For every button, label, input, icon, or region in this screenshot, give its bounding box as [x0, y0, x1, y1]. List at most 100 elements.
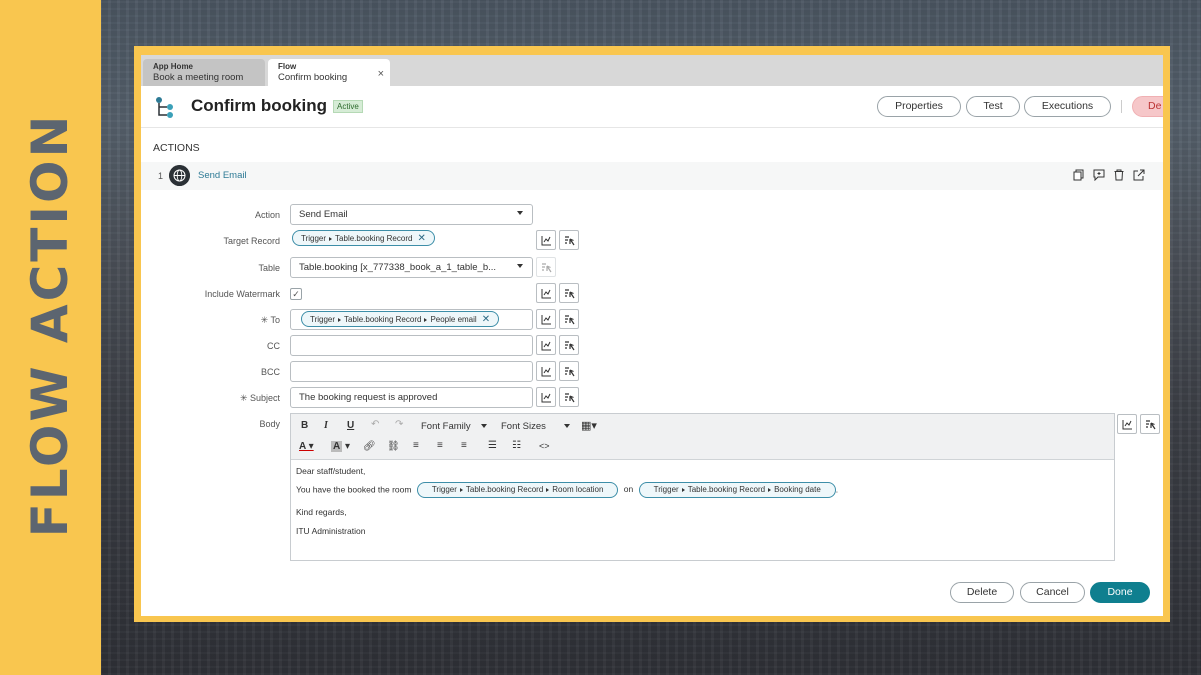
bold-icon[interactable]: B: [301, 420, 308, 431]
banner-title: FLOW ACTION: [21, 112, 79, 538]
breadcrumb-arrow-icon: [768, 487, 772, 492]
pill-segment: Table.booking Record: [344, 315, 422, 324]
body-greeting: Dear staff/student,: [296, 466, 366, 476]
link-icon[interactable]: 🔗︎: [363, 441, 376, 452]
select-fields-icon: [542, 263, 552, 273]
data-pill-picker-button[interactable]: [536, 335, 556, 355]
editor-content[interactable]: Dear staff/student, You have the booked …: [291, 460, 1114, 536]
breadcrumb-arrow-icon: [546, 487, 550, 492]
align-right-icon[interactable]: ≡: [461, 440, 467, 451]
copy-icon[interactable]: [1073, 169, 1085, 181]
include-watermark-label: Include Watermark: [204, 289, 280, 299]
tab-title: Confirm booking: [278, 72, 348, 83]
undo-icon[interactable]: ↶: [371, 419, 379, 430]
unlink-icon[interactable]: ⛓: [387, 441, 400, 452]
pill-segment: Trigger: [301, 234, 327, 243]
data-pill-picker-button[interactable]: [536, 230, 556, 250]
delete-flow-button[interactable]: De: [1132, 96, 1163, 117]
target-record-pill[interactable]: Trigger Table.booking Record ✕: [292, 230, 435, 246]
include-watermark-checkbox[interactable]: ✓: [290, 288, 302, 300]
data-pill-picker-button[interactable]: [536, 283, 556, 303]
breadcrumb-arrow-icon: [338, 317, 342, 322]
font-family-select[interactable]: Font Family: [421, 421, 487, 432]
field-picker-button[interactable]: [1140, 414, 1160, 434]
body-closing: Kind regards,: [296, 507, 347, 517]
delete-action-button[interactable]: Delete: [950, 582, 1014, 603]
body-sentence: You have the booked the room Trigger Tabl…: [296, 482, 838, 498]
data-pill-picker-button[interactable]: [1117, 414, 1137, 434]
body-connector: on: [623, 484, 634, 495]
open-external-icon[interactable]: [1133, 169, 1145, 181]
field-picker-button[interactable]: [559, 230, 579, 250]
page-title: Confirm booking: [191, 96, 327, 115]
subject-label: ✳ Subject: [239, 393, 280, 403]
to-field[interactable]: Trigger Table.booking Record People email ✕: [290, 309, 533, 330]
field-picker-button[interactable]: [559, 361, 579, 381]
remove-pill-icon[interactable]: ✕: [482, 314, 490, 325]
trash-icon[interactable]: [1113, 169, 1125, 181]
field-picker-button[interactable]: [559, 309, 579, 329]
to-pill[interactable]: Trigger Table.booking Record People email ✕: [301, 311, 500, 327]
bullet-list-icon[interactable]: ☰: [488, 440, 497, 451]
italic-icon[interactable]: I: [324, 420, 328, 431]
tab-app-home[interactable]: App Home Book a meeting room: [143, 59, 265, 86]
data-pill-picker-button[interactable]: [536, 361, 556, 381]
field-picker-button[interactable]: [559, 335, 579, 355]
remove-pill-icon[interactable]: ✕: [417, 233, 425, 244]
data-pill-picker-button[interactable]: [536, 387, 556, 407]
source-code-icon[interactable]: <>: [539, 441, 550, 451]
header-divider: [1121, 100, 1122, 113]
chart-icon: [541, 341, 551, 351]
breadcrumb-arrow-icon: [681, 487, 685, 492]
field-picker-button[interactable]: [559, 283, 579, 303]
room-location-pill[interactable]: Trigger Table.booking Record Room location: [416, 482, 619, 498]
comment-icon[interactable]: [1093, 169, 1105, 181]
test-button[interactable]: Test: [966, 96, 1020, 117]
table-select[interactable]: Table.booking [x_777338_book_a_1_table_b…: [290, 257, 533, 278]
action-title[interactable]: Send Email: [198, 170, 247, 181]
cc-label: CC: [267, 341, 280, 351]
font-family-label: Font Family: [421, 421, 471, 432]
breadcrumb-arrow-icon: [459, 487, 463, 492]
tab-flow[interactable]: Flow Confirm booking ×: [268, 59, 390, 86]
numbered-list-icon[interactable]: ☷: [512, 440, 521, 451]
pill-segment: Room location: [552, 485, 604, 494]
field-picker-button[interactable]: [559, 387, 579, 407]
table-select-value: Table.booking [x_777338_book_a_1_table_b…: [299, 262, 497, 273]
align-center-icon[interactable]: ≡: [437, 440, 443, 451]
booking-date-pill[interactable]: Trigger Table.booking Record Booking date: [638, 482, 836, 498]
chart-icon: [541, 236, 551, 246]
done-button[interactable]: Done: [1090, 582, 1150, 603]
select-fields-icon: [565, 289, 575, 299]
data-pill-picker-button[interactable]: [536, 309, 556, 329]
chevron-down-icon: [517, 211, 523, 215]
editor-toolbar: B I U ↶ ↷ Font Family Font Sizes ▦▾ A ▾ …: [291, 414, 1114, 460]
action-select[interactable]: Send Email: [290, 204, 533, 225]
action-row[interactable]: 1 Send Email: [141, 162, 1163, 190]
pill-segment: People email: [430, 315, 477, 324]
body-sentence-end: .: [835, 484, 839, 495]
select-fields-icon: [565, 367, 575, 377]
action-select-value: Send Email: [299, 209, 348, 220]
bcc-label: BCC: [260, 367, 280, 377]
executions-button[interactable]: Executions: [1024, 96, 1111, 117]
cc-field[interactable]: [290, 335, 533, 356]
bcc-field[interactable]: [290, 361, 533, 382]
subject-field[interactable]: The booking request is approved: [290, 387, 533, 408]
select-fields-icon: [565, 236, 575, 246]
chevron-down-icon: [517, 264, 523, 268]
close-tab-icon[interactable]: ×: [378, 68, 384, 80]
background-color-icon[interactable]: A ▾: [331, 441, 350, 452]
body-editor[interactable]: B I U ↶ ↷ Font Family Font Sizes ▦▾ A ▾ …: [290, 413, 1115, 561]
underline-icon[interactable]: U: [347, 420, 354, 431]
to-label: ✳ To: [260, 315, 280, 325]
redo-icon[interactable]: ↷: [395, 419, 403, 430]
cancel-button[interactable]: Cancel: [1020, 582, 1085, 603]
properties-button[interactable]: Properties: [877, 96, 961, 117]
align-left-icon[interactable]: ≡: [413, 440, 419, 451]
table-icon[interactable]: ▦▾: [581, 419, 597, 432]
tab-app-label: Flow: [278, 62, 297, 71]
text-color-icon[interactable]: A ▾: [299, 441, 314, 452]
font-sizes-select[interactable]: Font Sizes: [501, 421, 570, 432]
tab-title: Book a meeting room: [153, 72, 244, 83]
